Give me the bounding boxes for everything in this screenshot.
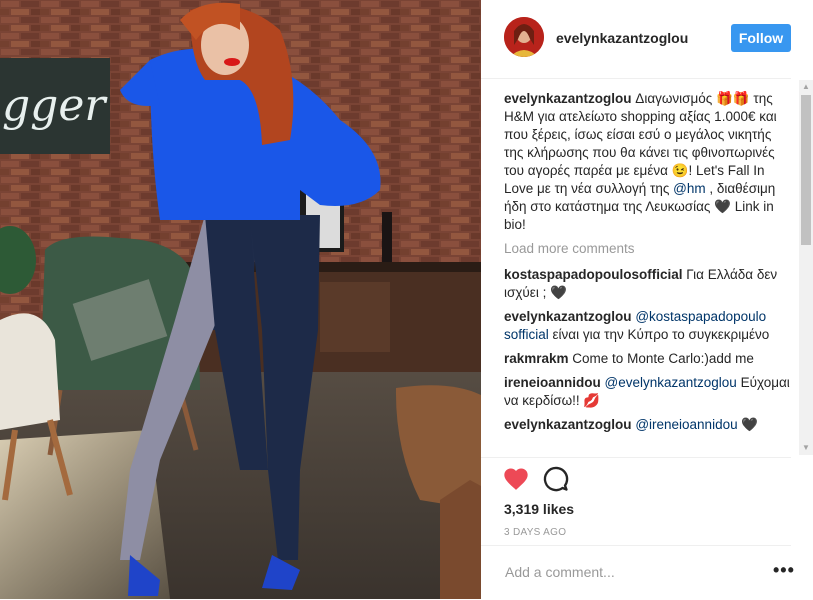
comment-item: ireneioannidou @evelynkazantzoglou Εύχομ… — [504, 374, 794, 410]
comment-button[interactable] — [542, 465, 570, 493]
comment-username[interactable]: evelynkazantzoglou — [504, 309, 632, 324]
post-sidebar: evelynkazantzoglou Follow evelynkazantzo… — [481, 0, 813, 599]
post-header: evelynkazantzoglou Follow — [481, 0, 791, 79]
scroll-down-arrow-icon[interactable]: ▼ — [799, 441, 813, 455]
comments-list[interactable]: evelynkazantzoglou Διαγωνισμός 🎁🎁 της H&… — [504, 90, 794, 456]
avatar-image — [504, 17, 544, 57]
comment-username[interactable]: evelynkazantzoglou — [504, 417, 632, 432]
scroll-up-arrow-icon[interactable]: ▲ — [799, 80, 813, 94]
caption-mention[interactable]: @hm — [673, 181, 705, 196]
comment-username[interactable]: rakmrakm — [504, 351, 569, 366]
actions-divider — [481, 457, 791, 458]
follow-button[interactable]: Follow — [731, 24, 791, 52]
comment-item: kostaspapadopoulosofficial Για Ελλάδα δε… — [504, 266, 794, 302]
neon-sign-text: gger — [2, 80, 108, 131]
likes-count[interactable]: 3,319 likes — [504, 501, 574, 517]
heart-icon — [504, 468, 528, 490]
comments-scrollbar[interactable]: ▲ ▼ — [799, 80, 813, 455]
more-options-icon[interactable]: ••• — [773, 561, 795, 579]
avatar[interactable] — [504, 17, 544, 57]
comment-username[interactable]: ireneioannidou — [504, 375, 601, 390]
username-link[interactable]: evelynkazantzoglou — [556, 30, 688, 46]
comment-mention[interactable]: @evelynkazantzoglou — [605, 375, 737, 390]
post-photo: gger — [0, 0, 481, 599]
scroll-thumb[interactable] — [801, 95, 811, 245]
comment-item: rakmrakm Come to Monte Carlo:)add me — [504, 350, 794, 368]
comment-bubble-icon — [543, 466, 569, 492]
comment-text: Come to Monte Carlo:)add me — [568, 351, 754, 366]
comment-item: evelynkazantzoglou @kostaspapadopoulo so… — [504, 308, 794, 344]
add-comment-row: ••• — [481, 545, 794, 600]
caption-username[interactable]: evelynkazantzoglou — [504, 91, 632, 106]
load-more-comments-link[interactable]: Load more comments — [504, 240, 794, 258]
comment-text-after: 🖤 — [737, 417, 759, 432]
comment-item: evelynkazantzoglou @ireneioannidou 🖤 — [504, 416, 794, 434]
comment-text-after: είναι για την Κύπρο το συγκεκριμένο — [548, 327, 770, 342]
like-button[interactable] — [502, 465, 530, 493]
comment-mention[interactable]: @ireneioannidou — [635, 417, 737, 432]
post-timestamp[interactable]: 3 DAYS AGO — [504, 527, 566, 538]
caption: evelynkazantzoglou Διαγωνισμός 🎁🎁 της H&… — [504, 90, 794, 234]
add-comment-input[interactable] — [503, 563, 757, 581]
photo-illustration: gger — [0, 0, 481, 599]
comment-username[interactable]: kostaspapadopoulosofficial — [504, 267, 683, 282]
